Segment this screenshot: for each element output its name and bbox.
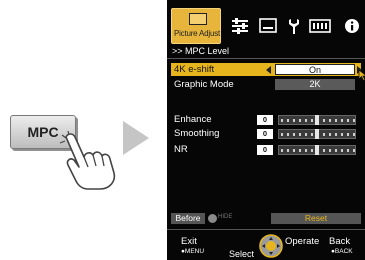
bottom-controls: Before HIDE Reset bbox=[171, 213, 361, 224]
input-signal-icon[interactable] bbox=[309, 18, 331, 34]
hide-toggle-label: HIDE bbox=[218, 214, 233, 220]
slider-row-smoothing[interactable]: Smoothing 0 bbox=[171, 128, 361, 140]
pointing-hand-icon bbox=[59, 130, 116, 190]
back-label: Back bbox=[329, 236, 351, 247]
display-icon[interactable] bbox=[259, 18, 277, 34]
exit-label: Exit bbox=[181, 236, 197, 247]
menu-key-label: ●MENU bbox=[181, 248, 205, 255]
divider bbox=[167, 58, 365, 59]
operate-label: Operate bbox=[285, 236, 320, 247]
slider-row-nr[interactable]: NR 0 bbox=[171, 144, 361, 156]
remote-illustration: MPC bbox=[0, 95, 165, 205]
value-display: 2K bbox=[275, 79, 355, 90]
footer-guide: Exit ●MENU Select Operate Back ●BACK bbox=[167, 232, 365, 260]
menu-row-graphic-mode[interactable]: Graphic Mode 2K bbox=[171, 78, 361, 91]
sliders-icon[interactable] bbox=[231, 18, 249, 34]
before-button[interactable]: Before bbox=[171, 213, 205, 224]
back-key-label: ●BACK bbox=[331, 248, 353, 255]
slider-row-enhance[interactable]: Enhance 0 bbox=[171, 114, 361, 126]
value-display: On bbox=[275, 64, 355, 75]
arrow-left-icon[interactable] bbox=[266, 66, 271, 74]
arrow-right-icon bbox=[123, 121, 149, 155]
row-label: 4K e-shift bbox=[174, 64, 215, 75]
slider-knob[interactable] bbox=[315, 129, 319, 139]
tab-bar: Picture Adjust bbox=[167, 4, 365, 44]
row-label: Graphic Mode bbox=[174, 79, 234, 90]
slider-label: Enhance bbox=[174, 114, 212, 125]
menu-row-4k-e-shift[interactable]: 4K e-shift On bbox=[171, 63, 362, 76]
divider bbox=[167, 229, 365, 230]
page-title: >> MPC Level bbox=[172, 46, 230, 56]
slider-value: 0 bbox=[257, 145, 273, 155]
tab-label: Picture Adjust bbox=[173, 29, 221, 38]
slider-label: Smoothing bbox=[174, 128, 220, 139]
osd-menu-panel: Picture Adjust >> MPC Level 4K e-shift O… bbox=[167, 0, 365, 260]
select-label: Select bbox=[229, 249, 255, 259]
reset-button[interactable]: Reset bbox=[271, 213, 361, 224]
slider-label: NR bbox=[174, 144, 188, 155]
info-icon[interactable] bbox=[343, 18, 361, 34]
slider-knob[interactable] bbox=[315, 145, 319, 155]
tab-picture-adjust[interactable]: Picture Adjust bbox=[171, 8, 221, 44]
slider-value: 0 bbox=[257, 115, 273, 125]
picture-icon bbox=[189, 13, 207, 25]
dpad-icon bbox=[259, 234, 283, 258]
hide-toggle[interactable] bbox=[208, 214, 217, 223]
wrench-icon[interactable] bbox=[285, 18, 303, 34]
slider-value: 0 bbox=[257, 129, 273, 139]
slider-knob[interactable] bbox=[315, 115, 319, 125]
